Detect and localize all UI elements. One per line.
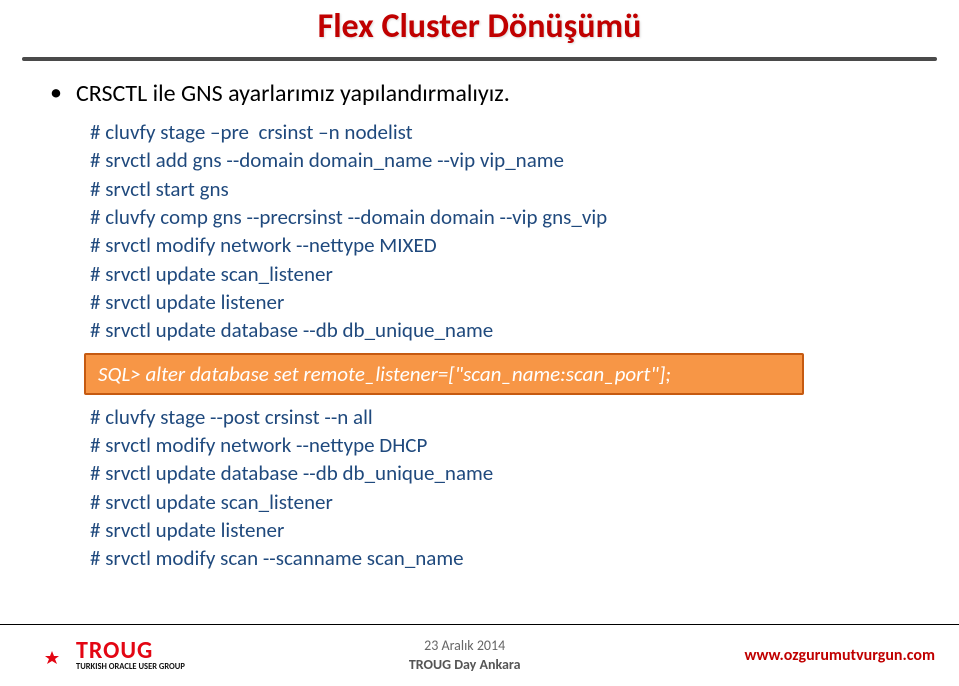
logo-text: TROUG TURKISH ORACLE USER GROUP xyxy=(76,639,185,672)
sql-callout: SQL> alter database set remote_listener=… xyxy=(84,353,804,395)
content-area: • CRSCTL ile GNS ayarlarımız yapılandırm… xyxy=(0,61,959,573)
code-line: # srvctl update listener xyxy=(90,516,909,544)
code-line: # srvctl start gns xyxy=(90,175,909,203)
logo: TROUG TURKISH ORACLE USER GROUP xyxy=(24,639,185,673)
logo-word: TROUG xyxy=(76,639,185,663)
footer-date: 23 Aralık 2014 xyxy=(409,637,521,655)
code-line: # srvctl update scan_listener xyxy=(90,488,909,516)
footer: TROUG TURKISH ORACLE USER GROUP 23 Aralı… xyxy=(0,624,959,686)
code-line: # cluvfy stage –pre crsinst –n nodelist xyxy=(90,118,909,146)
code-line: # srvctl update database --db db_unique_… xyxy=(90,459,909,487)
code-line: # srvctl modify network --nettype DHCP xyxy=(90,431,909,459)
footer-url: www.ozgurumutvurgun.com xyxy=(744,646,935,665)
page-title: Flex Cluster Dönüşümü xyxy=(0,0,959,47)
code-line: # cluvfy stage --post crsinst --n all xyxy=(90,403,909,431)
bullet-text: CRSCTL ile GNS ayarlarımız yapılandırmal… xyxy=(76,79,510,108)
logo-crescent-icon xyxy=(24,639,70,673)
code-block-bottom: # cluvfy stage --post crsinst --n all # … xyxy=(90,403,909,573)
bullet-icon: • xyxy=(50,81,62,105)
bullet-row: • CRSCTL ile GNS ayarlarımız yapılandırm… xyxy=(50,79,909,108)
code-line: # srvctl update database --db db_unique_… xyxy=(90,316,909,344)
code-line: # srvctl modify network --nettype MIXED xyxy=(90,231,909,259)
code-line: # srvctl modify scan --scanname scan_nam… xyxy=(90,544,909,572)
code-line: # srvctl add gns --domain domain_name --… xyxy=(90,146,909,174)
code-line: # cluvfy comp gns --precrsinst --domain … xyxy=(90,203,909,231)
code-block-top: # cluvfy stage –pre crsinst –n nodelist … xyxy=(90,118,909,345)
code-line: # srvctl update scan_listener xyxy=(90,260,909,288)
footer-center: 23 Aralık 2014 TROUG Day Ankara xyxy=(409,637,521,673)
code-line: # srvctl update listener xyxy=(90,288,909,316)
logo-subtitle: TURKISH ORACLE USER GROUP xyxy=(76,663,185,672)
footer-event: TROUG Day Ankara xyxy=(409,656,521,674)
